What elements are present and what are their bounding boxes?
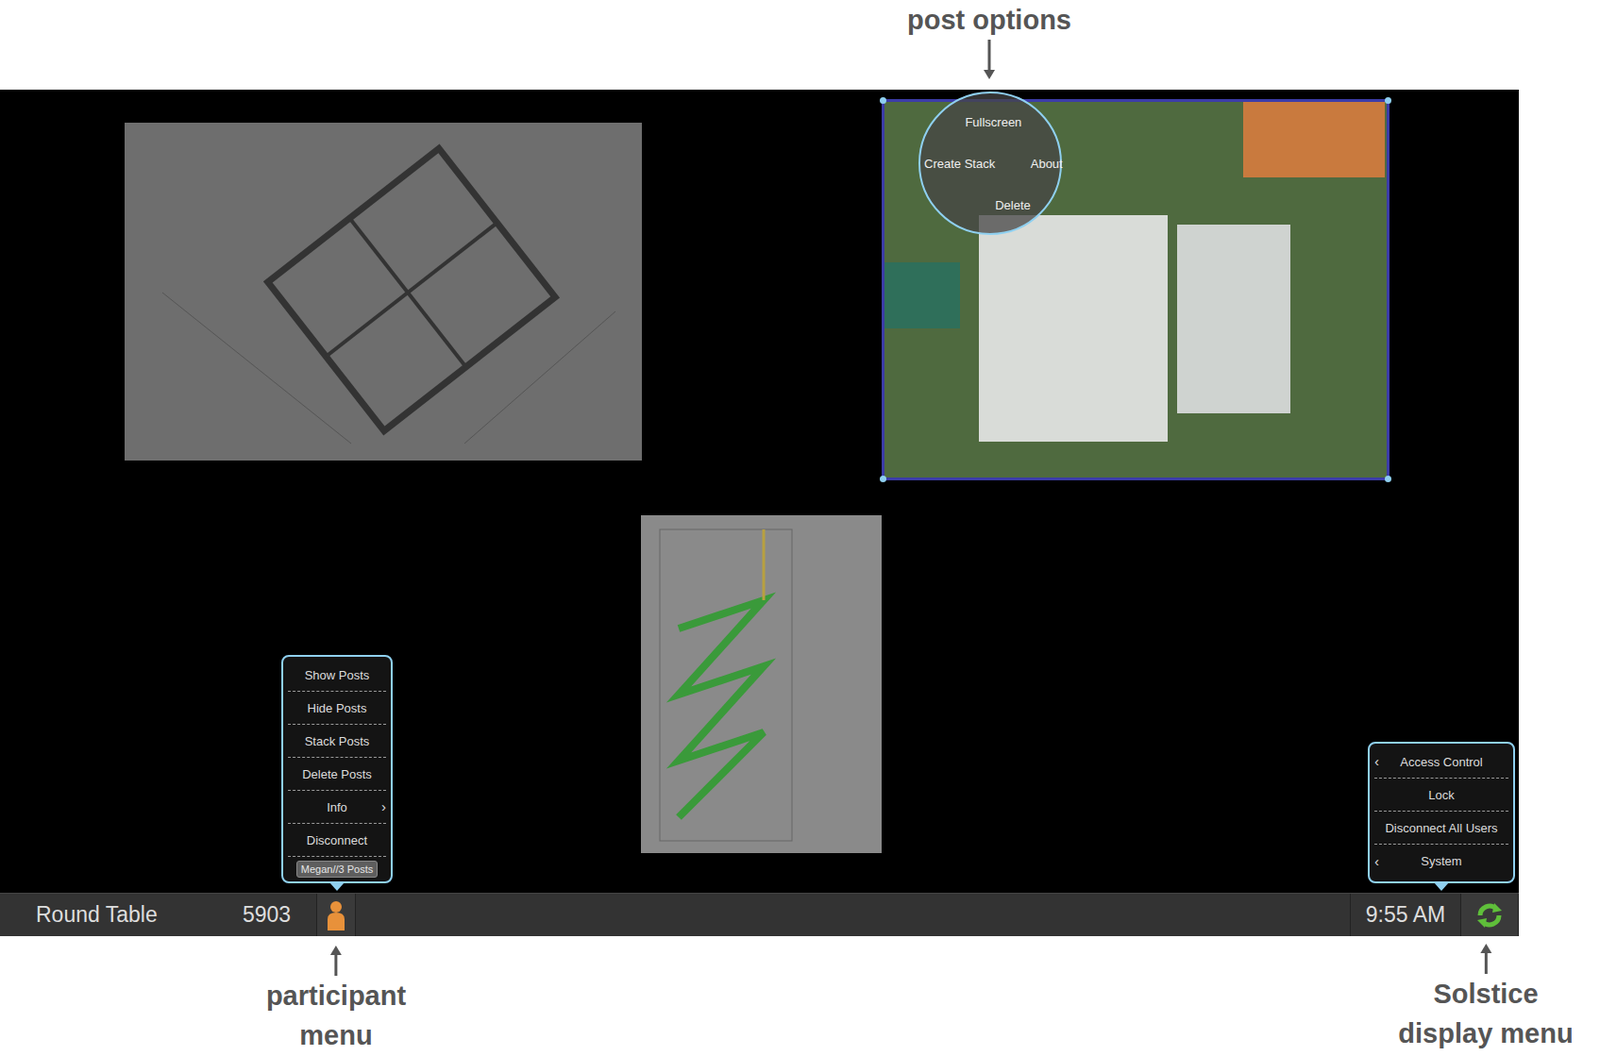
resize-handle[interactable] [879,97,887,104]
participant-badge: Megan//3 Posts [296,860,378,878]
menu-item[interactable]: Disconnect [287,824,387,858]
post-options-note: post options [907,0,1072,80]
menu-item[interactable]: Disconnect All Users [1374,811,1509,845]
top-annotations: post options [0,0,1600,90]
solstice-logo-icon [1475,901,1504,930]
screen-key: 5903 [221,893,317,937]
floor-plan-drawing [124,122,642,461]
resize-handle[interactable] [1384,97,1392,104]
arrow-icon [982,39,996,80]
display-menu: ‹Access ControlLockDisconnect All Users‹… [1367,741,1516,884]
participant-menu: Show PostsHide PostsStack PostsDelete Po… [281,655,393,884]
status-bar: Round Table5903 9:55 AM [0,892,1519,937]
stair-drawing [640,515,882,854]
stair-post[interactable] [640,515,882,854]
post-canvas: Fullscreen Create Stack About Delete [0,89,1519,893]
solstice-display: Fullscreen Create Stack About Delete Show Po… [0,89,1519,937]
arrow-icon [1479,943,1493,975]
menu-item[interactable]: ‹Access Control [1374,745,1509,779]
resize-handle[interactable] [879,475,887,483]
page: post options Fullscreen Create Stack About D… [0,0,1600,1056]
post-option[interactable]: About [1030,156,1063,171]
menu-item[interactable]: ‹System [1374,844,1509,878]
menu-item[interactable]: Stack Posts [287,724,387,758]
person-icon [325,900,347,931]
bottom-annotations: participantmenu Solsticedisplay menu [0,936,1600,1056]
post-options-menu: Fullscreen Create Stack About Delete [918,91,1062,236]
display-menu-note: Solsticedisplay menu [1397,943,1573,1054]
clock: 9:55 AM [1349,893,1461,937]
menu-item[interactable]: Show Posts [287,658,387,692]
resize-handle[interactable] [1384,475,1392,483]
menu-item[interactable]: Delete Posts [287,757,387,792]
participant-menu-button[interactable] [316,893,356,937]
menu-item[interactable]: Hide Posts [287,691,387,725]
plan-post[interactable] [124,122,642,461]
room-name: Round Table [0,893,222,937]
display-menu-button[interactable] [1460,893,1519,937]
arrow-icon [329,945,343,977]
post-option[interactable]: Fullscreen [964,115,1022,130]
post-option[interactable]: Create Stack [924,156,995,171]
participant-menu-note: participantmenu [266,945,406,1056]
post-option[interactable]: Delete [994,198,1031,213]
menu-item[interactable]: Lock [1374,778,1509,812]
menu-item[interactable]: Info› [287,791,387,825]
